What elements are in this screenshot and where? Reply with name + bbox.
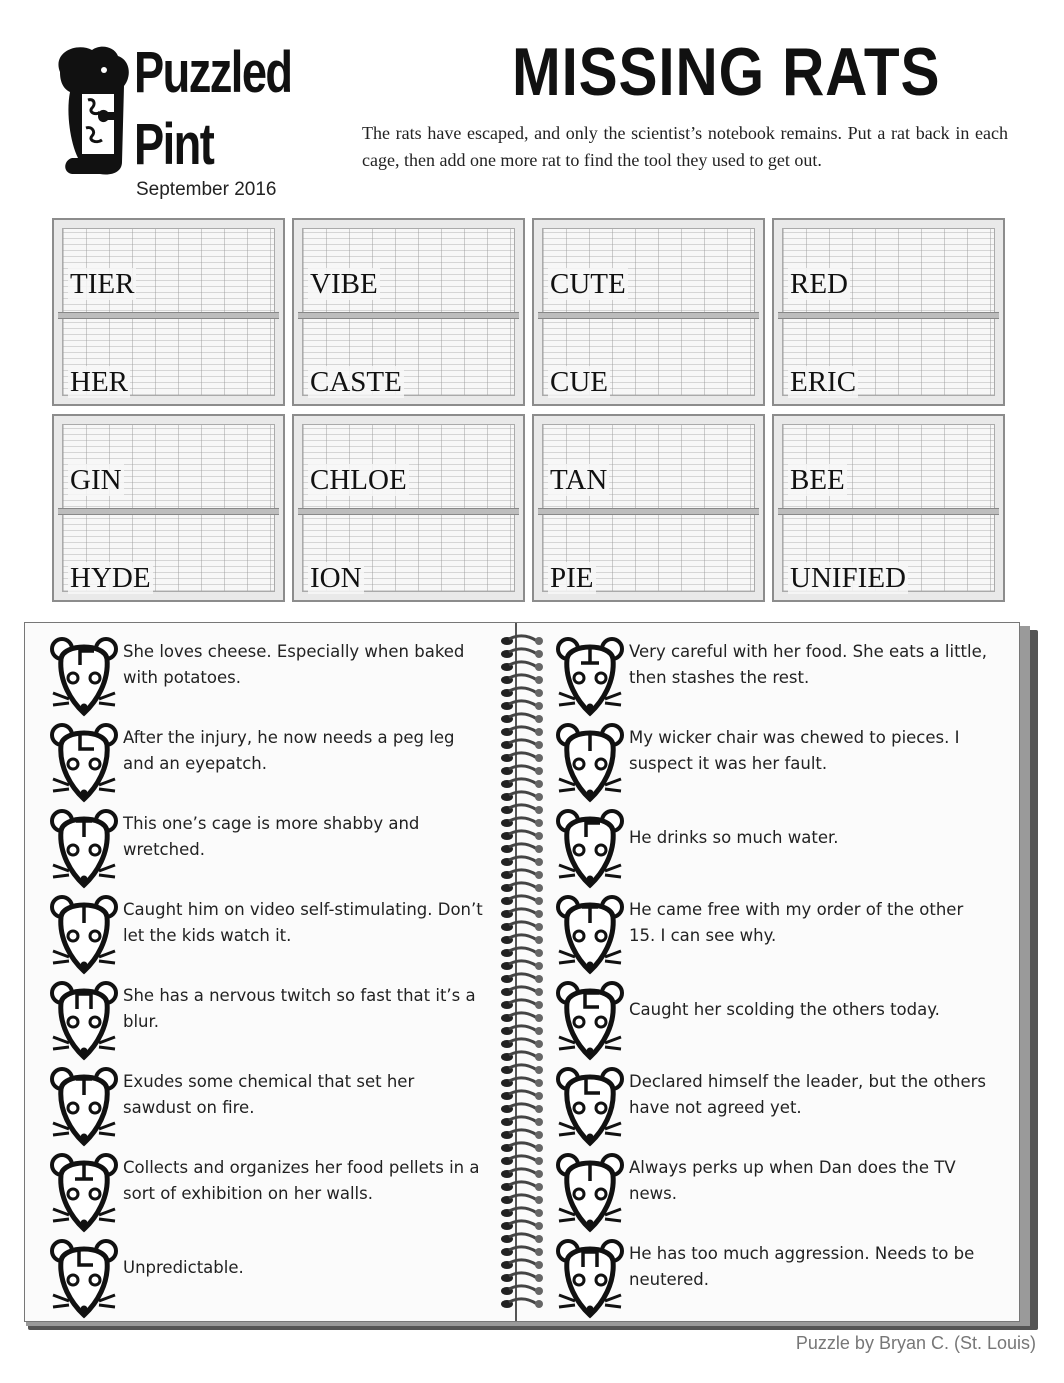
intro-text: The rats have escaped, and only the scie… [362,123,1008,170]
page-title: MISSING RATS [512,34,941,110]
clue-item: Declared himself the leader, but the oth… [555,1063,995,1149]
clue-item: Exudes some chemical that set her sawdus… [49,1063,489,1149]
clue-text: Very careful with her food. She eats a l… [629,642,987,687]
notebook-right-page: Very careful with her food. She eats a l… [555,633,995,1321]
cage-word-bottom: CUE [548,366,610,398]
notebook: She loves cheese. Especially when baked … [24,622,1020,1322]
clue-item: She has a nervous twitch so fast that it… [49,977,489,1063]
rat-icon [556,723,624,803]
rat-icon [556,981,624,1061]
clue-item: He came free with my order of the other … [555,891,995,977]
cage-word-top: BEE [788,464,847,496]
rat-icon [556,809,624,889]
brand-line-1: Puzzled [134,40,293,105]
rat-icon [50,1153,118,1233]
rat-icon [50,1067,118,1147]
clue-text: He came free with my order of the other … [629,900,964,945]
rat-icon [50,981,118,1061]
rat-puzzle-logo-icon [58,46,129,175]
rat-icon [50,723,118,803]
notebook-left-page: She loves cheese. Especially when baked … [49,633,489,1321]
clue-text: He has too much aggression. Needs to be … [629,1244,975,1289]
clue-text: Unpredictable. [123,1258,244,1277]
cage-word-bottom: CASTE [308,366,404,398]
rat-icon [50,1239,118,1319]
clue-item: My wicker chair was chewed to pieces. I … [555,719,995,805]
cage-5: GIN HYDE [52,414,285,602]
clue-item: She loves cheese. Especially when baked … [49,633,489,719]
clue-text: Caught her scolding the others today. [629,1000,940,1019]
clue-text: Exudes some chemical that set her sawdus… [123,1072,415,1117]
puzzled-pint-logo: Puzzled Pint September 2016 [52,42,322,202]
clue-item: Unpredictable. [49,1235,489,1321]
rat-icon [556,637,624,717]
cage-word-top: GIN [68,464,124,496]
clue-text: Declared himself the leader, but the oth… [629,1072,987,1117]
brand-line-2: Pint [134,112,215,177]
rat-icon [50,637,118,717]
clue-text: Always perks up when Dan does the TV new… [629,1158,956,1203]
clue-item: Caught him on video self-stimulating. Do… [49,891,489,977]
clue-item: Very careful with her food. She eats a l… [555,633,995,719]
clue-text: He drinks so much water. [629,828,839,847]
clue-item: Collects and organizes her food pellets … [49,1149,489,1235]
rat-icon [556,1067,624,1147]
cage-4: RED ERIC [772,218,1005,406]
clue-item: He drinks so much water. [555,805,995,891]
cage-word-bottom: PIE [548,562,596,594]
cage-word-top: TAN [548,464,610,496]
spiral-binding-icon [501,634,543,1308]
cage-6: CHLOE ION [292,414,525,602]
rat-icon [556,895,624,975]
rat-icon [556,1153,624,1233]
cage-grid: TIER HER VIBE CASTE CUTE CUE RED ERIC GI… [52,218,1006,604]
rat-icon [50,895,118,975]
cage-2: VIBE CASTE [292,218,525,406]
cage-word-top: VIBE [308,268,380,300]
clue-text: Caught him on video self-stimulating. Do… [123,900,483,945]
clue-text: After the injury, he now needs a peg leg… [123,728,455,773]
rat-icon [50,809,118,889]
clue-item: Always perks up when Dan does the TV new… [555,1149,995,1235]
clue-item: After the injury, he now needs a peg leg… [49,719,489,805]
puzzle-credit: Puzzle by Bryan C. (St. Louis) [795,1333,1036,1353]
clue-item: This one’s cage is more shabby and wretc… [49,805,489,891]
cage-word-top: CUTE [548,268,628,300]
cage-7: TAN PIE [532,414,765,602]
rat-icon [556,1239,624,1319]
cage-8: BEE UNIFIED [772,414,1005,602]
cage-word-bottom: UNIFIED [788,562,908,594]
clue-text: She loves cheese. Especially when baked … [123,642,465,687]
cage-word-bottom: ION [308,562,364,594]
cage-word-top: CHLOE [308,464,409,496]
cage-word-bottom: ERIC [788,366,859,398]
cage-3: CUTE CUE [532,218,765,406]
clue-text: My wicker chair was chewed to pieces. I … [629,728,960,773]
clue-item: He has too much aggression. Needs to be … [555,1235,995,1321]
issue-date: September 2016 [136,179,277,200]
cage-word-top: TIER [68,268,137,300]
cage-1: TIER HER [52,218,285,406]
clue-text: She has a nervous twitch so fast that it… [123,986,476,1031]
clue-text: Collects and organizes her food pellets … [123,1158,480,1203]
cage-word-bottom: HER [68,366,130,398]
clue-text: This one’s cage is more shabby and wretc… [123,814,420,859]
cage-word-bottom: HYDE [68,562,153,594]
cage-word-top: RED [788,268,850,300]
clue-item: Caught her scolding the others today. [555,977,995,1063]
